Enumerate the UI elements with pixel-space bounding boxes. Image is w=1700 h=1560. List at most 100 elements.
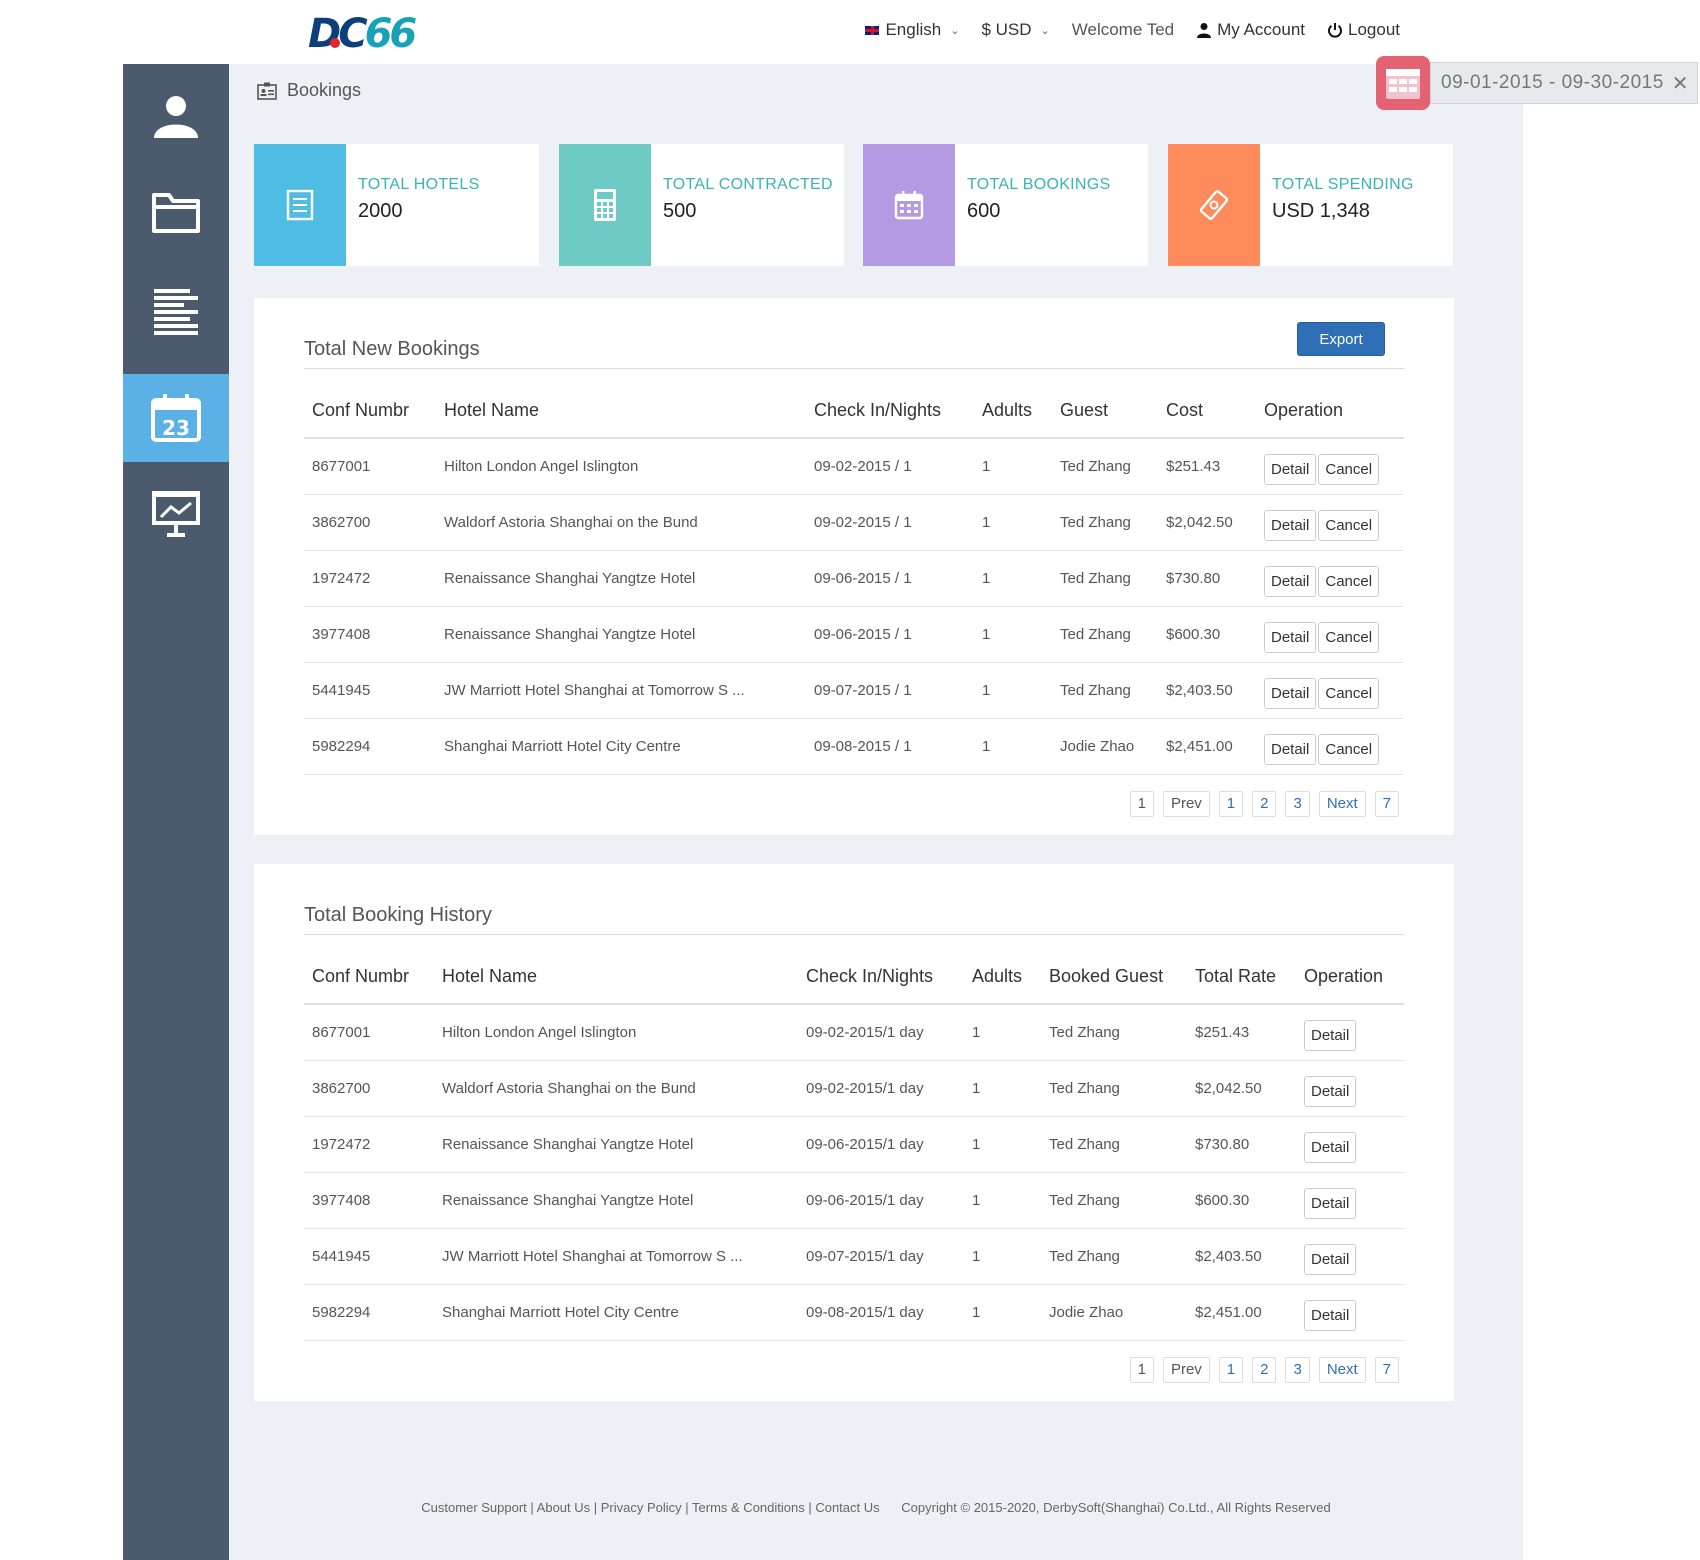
table-cell: $251.43	[1158, 438, 1256, 495]
page-button[interactable]: 2	[1252, 1357, 1277, 1383]
calendar-icon	[1386, 69, 1420, 99]
page-button[interactable]: 1	[1129, 791, 1154, 817]
currency-select[interactable]: $ USD ⌄	[981, 20, 1049, 40]
table-cell: 09-06-2015 / 1	[806, 550, 974, 607]
detail-button[interactable]: Detail	[1264, 733, 1317, 765]
operation-cell: Detail Cancel	[1256, 606, 1404, 663]
money-icon	[1199, 190, 1229, 220]
logo-text-a: DC	[308, 11, 368, 57]
page-button[interactable]: 2	[1252, 791, 1277, 817]
cancel-button[interactable]: Cancel	[1318, 453, 1380, 485]
page-button[interactable]: 1	[1218, 1357, 1244, 1383]
calendar-icon	[894, 191, 924, 220]
table-cell: 1	[964, 1060, 1041, 1117]
detail-button[interactable]: Detail	[1264, 453, 1317, 485]
table-cell: Ted Zhang	[1041, 1116, 1187, 1173]
operation-cell: Detail	[1296, 1284, 1404, 1341]
table-cell: Shanghai Marriott Hotel City Centre	[434, 1284, 798, 1341]
detail-button[interactable]: Detail	[1304, 1019, 1357, 1051]
user-icon	[154, 96, 198, 138]
stat-icon-box	[254, 144, 346, 266]
stat-label: TOTAL CONTRACTED	[663, 176, 833, 193]
logo[interactable]: DC 66	[308, 11, 417, 57]
table-cell: 09-08-2015 / 1	[806, 718, 974, 775]
detail-button[interactable]: Detail	[1264, 677, 1317, 709]
table-cell: 09-02-2015 / 1	[806, 494, 974, 551]
cancel-button[interactable]: Cancel	[1318, 565, 1380, 597]
sidebar-item-presentation[interactable]	[123, 470, 229, 558]
sidebar-item-profile[interactable]	[123, 72, 229, 160]
table-cell: 3977408	[304, 606, 436, 663]
language-select[interactable]: English ⌄	[864, 20, 959, 40]
calendar-button[interactable]	[1376, 56, 1430, 110]
currency-label: $ USD	[981, 20, 1032, 39]
table-cell: $730.80	[1158, 550, 1256, 607]
booking-history-table: Conf Numbr Hotel Name Check In/Nights Adult…	[304, 950, 1404, 1341]
table-row: 8677001 Hilton London Angel Islington 09-0…	[304, 438, 1404, 495]
cancel-button[interactable]: Cancel	[1318, 677, 1380, 709]
footer-copyright: Copyright © 2015-2020, DerbySoft(Shangha…	[901, 1500, 1331, 1515]
sidebar: 23	[123, 64, 229, 1560]
detail-button[interactable]: Detail	[1304, 1131, 1357, 1163]
page-button[interactable]: Next	[1318, 1357, 1366, 1383]
calendar-icon: 23	[151, 394, 201, 442]
table-cell: $251.43	[1187, 1004, 1296, 1061]
detail-button[interactable]: Detail	[1304, 1299, 1357, 1331]
sidebar-item-files[interactable]	[123, 168, 229, 256]
detail-button[interactable]: Detail	[1264, 621, 1317, 653]
table-header-row: Conf Numbr Hotel Name Check In/Nights Adult…	[304, 384, 1404, 439]
table-cell: 1	[964, 1116, 1041, 1173]
my-account-link[interactable]: My Account	[1196, 20, 1305, 40]
table-cell: Ted Zhang	[1052, 494, 1158, 551]
column-header: Conf Numbr	[304, 950, 434, 1005]
column-header: Operation	[1256, 384, 1404, 439]
detail-button[interactable]: Detail	[1264, 509, 1317, 541]
table-cell: 8677001	[304, 438, 436, 495]
page-button[interactable]: Next	[1318, 791, 1366, 817]
welcome-text: Welcome Ted	[1071, 20, 1175, 39]
cancel-button[interactable]: Cancel	[1318, 621, 1380, 653]
operation-cell: Detail Cancel	[1256, 662, 1404, 719]
export-button[interactable]: Export	[1297, 322, 1385, 356]
cancel-button[interactable]: Cancel	[1318, 733, 1380, 765]
page-button[interactable]: 3	[1285, 1357, 1310, 1383]
logout-link[interactable]: Logout	[1327, 20, 1400, 40]
column-header: Check In/Nights	[806, 384, 974, 439]
logout-label: Logout	[1348, 20, 1400, 39]
footer-links[interactable]: Customer Support | About Us | Privacy Po…	[421, 1500, 879, 1515]
table-row: 3862700 Waldorf Astoria Shanghai on the B…	[304, 1060, 1404, 1117]
operation-cell: Detail	[1296, 1172, 1404, 1229]
sidebar-item-reports[interactable]	[123, 268, 229, 356]
table-cell: Ted Zhang	[1052, 550, 1158, 607]
date-range-picker[interactable]: 09-01-2015 - 09-30-2015 ✕	[1376, 56, 1698, 110]
table-cell: 1	[974, 662, 1052, 719]
stat-value: 600	[967, 200, 1001, 222]
table-cell: JW Marriott Hotel Shanghai at Tomorrow S…	[436, 662, 806, 719]
page-button[interactable]: Prev	[1162, 791, 1210, 817]
date-range-field[interactable]: 09-01-2015 - 09-30-2015 ✕	[1430, 62, 1698, 104]
stat-card-bookings: TOTAL BOOKINGS 600	[863, 144, 1148, 266]
table-cell: Ted Zhang	[1052, 662, 1158, 719]
detail-button[interactable]: Detail	[1304, 1075, 1357, 1107]
page-button[interactable]: 7	[1374, 791, 1399, 817]
page-button[interactable]: 1	[1129, 1357, 1154, 1383]
detail-button[interactable]: Detail	[1304, 1243, 1357, 1275]
logo-dot	[330, 38, 340, 48]
page-button[interactable]: 1	[1218, 791, 1244, 817]
page-button[interactable]: 3	[1285, 791, 1310, 817]
new-bookings-panel: Total New Bookings Export Conf Numbr Hote…	[254, 298, 1454, 835]
table-cell: 8677001	[304, 1004, 434, 1061]
sidebar-item-bookings[interactable]: 23	[123, 374, 229, 462]
table-cell: 5982294	[304, 718, 436, 775]
detail-button[interactable]: Detail	[1304, 1187, 1357, 1219]
panel-title: Total New Bookings	[304, 338, 480, 360]
detail-button[interactable]: Detail	[1264, 565, 1317, 597]
cancel-button[interactable]: Cancel	[1318, 509, 1380, 541]
table-cell: 1	[974, 718, 1052, 775]
page-button[interactable]: 7	[1374, 1357, 1399, 1383]
booking-history-panel: Total Booking History Conf Numbr Hotel Na…	[254, 864, 1454, 1401]
page-button[interactable]: Prev	[1162, 1357, 1210, 1383]
stat-label: TOTAL SPENDING	[1272, 176, 1414, 193]
table-row: 3862700 Waldorf Astoria Shanghai on the B…	[304, 494, 1404, 551]
close-icon[interactable]: ✕	[1672, 71, 1689, 96]
